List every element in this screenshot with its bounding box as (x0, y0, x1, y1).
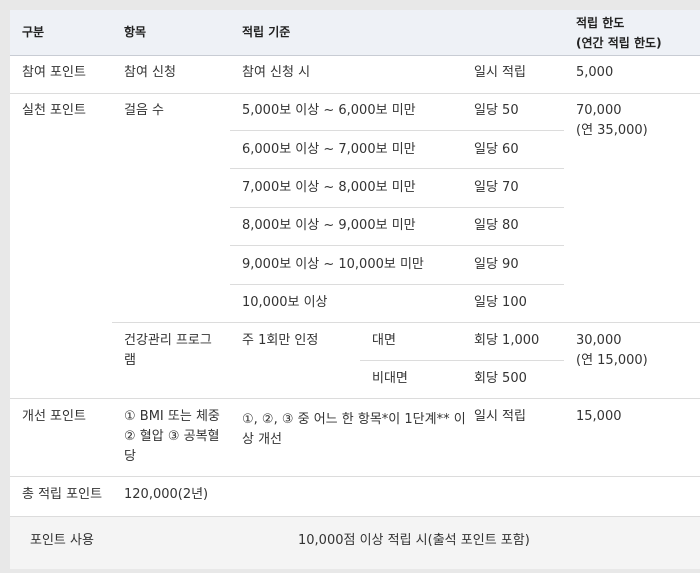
divider (230, 284, 564, 285)
improve-points: 일시 적립 (474, 409, 526, 424)
header-limit: 적립 한도 (576, 16, 625, 30)
program-points: 회당 500 (474, 371, 527, 386)
footer-label: 포인트 사용 (30, 533, 94, 548)
improve-limit: 15,000 (576, 409, 622, 424)
program-item: 건강관리 프로그 (124, 333, 212, 348)
walk-criteria: 9,000보 이상 ~ 10,000보 미만 (242, 257, 424, 272)
divider (230, 245, 564, 246)
walk-criteria: 7,000보 이상 ~ 8,000보 미만 (242, 180, 416, 195)
divider (10, 55, 700, 56)
program-item-cont: 램 (124, 353, 136, 368)
join-points: 일시 적립 (474, 65, 526, 80)
total-value: 120,000(2년) (124, 487, 209, 502)
improve-item: 당 (124, 449, 136, 464)
walk-criteria: 8,000보 이상 ~ 9,000보 미만 (242, 218, 416, 233)
divider (230, 207, 564, 208)
program-mode: 비대면 (372, 371, 408, 386)
divider (10, 476, 700, 477)
header-limit-sub: (연간 적립 한도) (576, 36, 662, 50)
points-table: 구분 항목 적립 기준 적립 한도 (연간 적립 한도) 참여 포인트 참여 신… (10, 10, 700, 569)
walk-points: 일당 70 (474, 180, 519, 195)
practice-category: 실천 포인트 (22, 103, 86, 118)
total-category: 총 적립 포인트 (22, 487, 103, 502)
improve-category: 개선 포인트 (22, 409, 86, 424)
join-criteria: 참여 신청 시 (242, 65, 311, 80)
walk-points: 일당 80 (474, 218, 519, 233)
join-category: 참여 포인트 (22, 65, 86, 80)
improve-item: ② 혈압 ③ 공복혈 (124, 429, 220, 444)
program-limit-annual: (연 15,000) (576, 353, 648, 368)
improve-criteria: 상 개선 (242, 432, 283, 447)
divider (230, 130, 564, 131)
divider (230, 168, 564, 169)
walk-limit-annual: (연 35,000) (576, 123, 648, 138)
program-limit: 30,000 (576, 333, 622, 348)
divider (360, 360, 564, 361)
footer-value: 10,000점 이상 적립 시(출석 포인트 포함) (298, 533, 530, 548)
header-category: 구분 (22, 25, 45, 39)
walk-criteria: 5,000보 이상 ~ 6,000보 미만 (242, 103, 416, 118)
walk-item: 걸음 수 (124, 103, 165, 118)
header-item: 항목 (124, 25, 147, 39)
improve-item: ① BMI 또는 체중 (124, 409, 220, 424)
improve-criteria: ①, ②, ③ 중 어느 한 항목*이 1단계** 이 (242, 412, 466, 427)
divider (112, 322, 700, 323)
program-criteria: 주 1회만 인정 (242, 333, 319, 348)
header-criteria: 적립 기준 (242, 25, 291, 39)
divider (10, 93, 700, 94)
program-points: 회당 1,000 (474, 333, 540, 348)
walk-criteria: 10,000보 이상 (242, 295, 328, 310)
join-limit: 5,000 (576, 65, 614, 80)
walk-criteria: 6,000보 이상 ~ 7,000보 미만 (242, 142, 416, 157)
walk-points: 일당 90 (474, 257, 519, 272)
program-mode: 대면 (372, 333, 396, 348)
join-item: 참여 신청 (124, 65, 176, 80)
walk-limit: 70,000 (576, 103, 622, 118)
walk-points: 일당 50 (474, 103, 519, 118)
walk-points: 일당 60 (474, 142, 519, 157)
divider (10, 398, 700, 399)
walk-points: 일당 100 (474, 295, 527, 310)
